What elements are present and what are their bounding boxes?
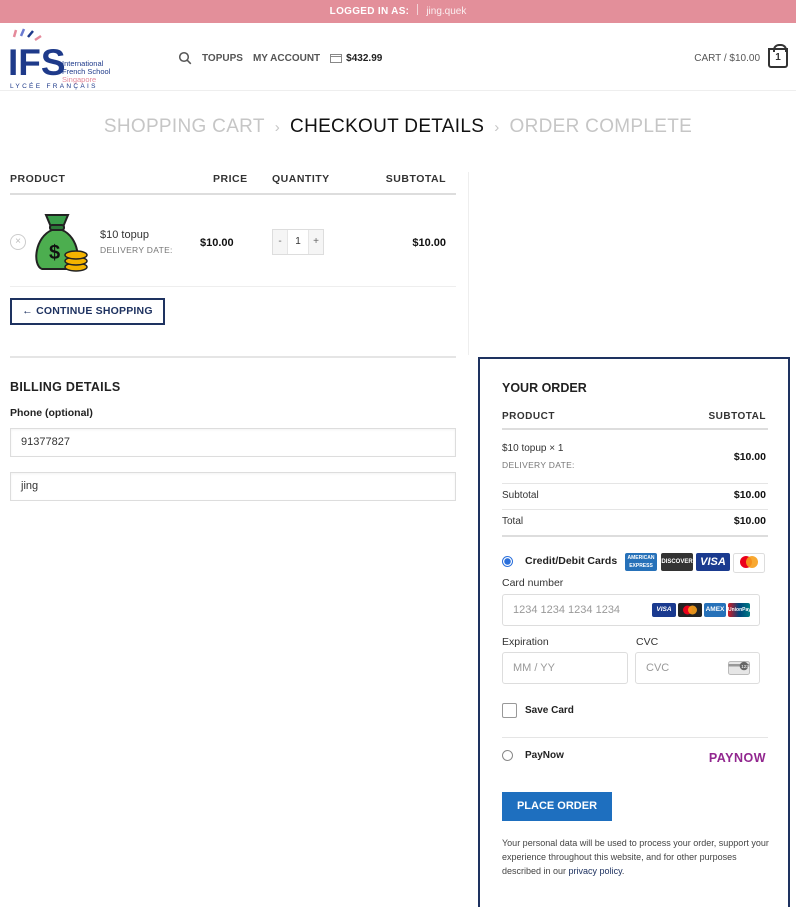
logo-subtitle: LYCÉE FRANÇAIS <box>10 83 98 90</box>
cart-link[interactable]: CART / $10.00 1 <box>694 44 788 68</box>
quantity-stepper: - 1 + <box>272 229 324 255</box>
site-header: IFS International French School Singapor… <box>0 23 796 91</box>
cvc-label: CVC <box>636 636 659 648</box>
nav-my-account[interactable]: MY ACCOUNT <box>253 53 320 64</box>
step-arrow-icon: › <box>494 119 500 136</box>
cvc-card-icon: 123 <box>728 661 750 675</box>
product-name[interactable]: $10 topup <box>100 229 149 241</box>
billing-divider <box>10 356 456 358</box>
cart-bag-icon: 1 <box>768 44 788 68</box>
expiration-label: Expiration <box>502 636 549 648</box>
visa-mini-icon: VISA <box>652 603 676 617</box>
privacy-policy-link[interactable]: privacy policy <box>569 866 622 876</box>
logged-in-bar: LOGGED IN AS: jing.quek <box>0 0 796 23</box>
amex-icon: AMERICAN EXPRESS <box>625 553 657 571</box>
card-radio[interactable] <box>502 555 513 567</box>
step-checkout-details[interactable]: CHECKOUT DETAILS <box>290 116 484 137</box>
product-price: $10.00 <box>200 237 234 249</box>
col-price: PRICE <box>213 173 248 185</box>
total-value: $10.00 <box>733 515 766 527</box>
continue-shopping-button[interactable]: ← CONTINUE SHOPPING <box>10 298 165 325</box>
payment-paynow-option[interactable]: PayNow <box>502 750 564 761</box>
visa-icon: VISA <box>696 553 730 571</box>
mastercard-icon <box>733 553 765 573</box>
save-card-checkbox[interactable] <box>502 703 517 718</box>
qty-minus-button[interactable]: - <box>273 230 287 254</box>
subtotal-value: $10.00 <box>733 489 766 501</box>
billing-title: BILLING DETAILS <box>10 380 121 394</box>
logged-in-user[interactable]: jing.quek <box>426 6 466 17</box>
logged-in-label: LOGGED IN AS: <box>329 6 410 17</box>
unionpay-mini-icon: UnionPay <box>728 603 751 617</box>
order-header-divider <box>502 428 768 430</box>
checkout-steps: SHOPPING CART › CHECKOUT DETAILS › ORDER COM… <box>0 116 796 138</box>
product-subtotal: $10.00 <box>412 237 446 249</box>
logo-school-name: International French School Singapore <box>62 59 111 84</box>
place-order-button[interactable]: PLACE ORDER <box>502 792 612 821</box>
site-logo[interactable]: IFS International French School Singapor… <box>8 27 118 90</box>
wallet-balance[interactable]: $432.99 <box>346 53 382 64</box>
total-label: Total <box>502 516 524 527</box>
order-total-divider <box>502 535 768 537</box>
paynow-radio[interactable] <box>502 750 513 761</box>
step-shopping-cart[interactable]: SHOPPING CART <box>104 116 265 137</box>
step-arrow-icon: › <box>274 119 281 136</box>
phone-label: Phone (optional) <box>10 407 93 419</box>
privacy-notice: Your personal data will be used to proce… <box>502 838 769 876</box>
expiration-input[interactable]: MM / YY <box>502 652 628 684</box>
order-divider <box>502 483 768 484</box>
order-item-total: $10.00 <box>733 451 766 463</box>
discover-icon: DISCOVER <box>661 553 693 571</box>
paynow-label: PayNow <box>525 750 564 761</box>
cart-label: CART / $10.00 <box>694 52 760 64</box>
col-quantity: QUANTITY <box>272 173 330 185</box>
payment-card-option[interactable]: Credit/Debit Cards <box>502 555 617 567</box>
product-delivery-date: DELIVERY DATE: <box>100 245 173 255</box>
mastercard-mini-icon <box>678 603 702 617</box>
phone-input[interactable]: 91377827 <box>10 428 456 457</box>
save-card-label: Save Card <box>525 705 574 716</box>
money-bag-icon: $ <box>35 214 88 272</box>
remove-item-icon[interactable]: × <box>10 234 26 250</box>
order-col-subtotal: SUBTOTAL <box>708 411 766 422</box>
card-number-label: Card number <box>502 577 564 589</box>
svg-text:123: 123 <box>741 664 749 669</box>
col-subtotal: SUBTOTAL <box>385 173 446 185</box>
svg-text:$: $ <box>49 242 60 264</box>
row-divider <box>10 286 456 287</box>
cart-count: 1 <box>775 52 781 63</box>
payment-divider <box>502 737 768 738</box>
qty-input[interactable]: 1 <box>287 230 309 254</box>
save-card-option[interactable]: Save Card <box>502 703 574 718</box>
order-item-delivery: DELIVERY DATE: <box>502 460 575 470</box>
svg-text:IFS: IFS <box>8 42 66 83</box>
order-item-name: $10 topup × 1 <box>502 443 564 454</box>
qty-plus-button[interactable]: + <box>309 230 323 254</box>
step-order-complete: ORDER COMPLETE <box>509 116 693 137</box>
main-nav: TOPUPS MY ACCOUNT $432.99 <box>178 51 382 65</box>
nav-topups[interactable]: TOPUPS <box>202 53 243 64</box>
card-option-label: Credit/Debit Cards <box>525 555 618 567</box>
wallet-icon <box>330 54 343 63</box>
order-title: YOUR ORDER <box>502 381 587 395</box>
paynow-logo: PAYNOW <box>708 751 766 765</box>
order-divider <box>502 509 768 510</box>
search-icon[interactable] <box>178 51 192 65</box>
col-product: PRODUCT <box>10 173 66 185</box>
order-col-product: PRODUCT <box>502 411 555 422</box>
amex-mini-icon: AMEX <box>704 603 726 617</box>
name-input[interactable]: jing <box>10 472 456 501</box>
subtotal-label: Subtotal <box>502 490 539 501</box>
column-divider <box>468 172 469 355</box>
header-divider <box>10 193 456 195</box>
topbar-divider <box>417 4 419 15</box>
order-review: YOUR ORDER PRODUCT SUBTOTAL $10 topup × … <box>478 357 790 907</box>
